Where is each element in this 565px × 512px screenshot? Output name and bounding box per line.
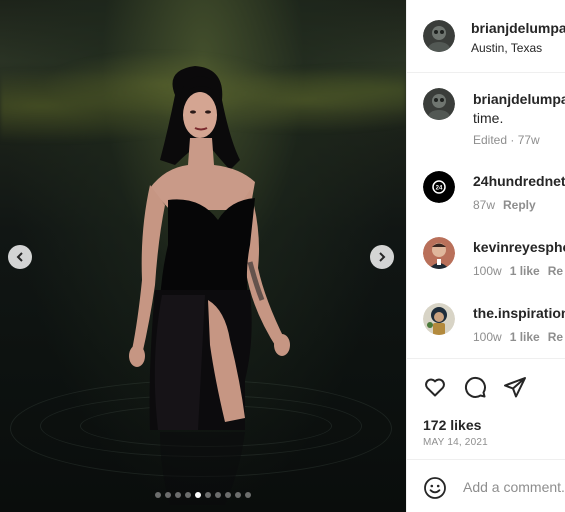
caption-text: time. — [473, 110, 504, 126]
post-header: brianjdelumpa Austin, Texas — [407, 0, 565, 73]
post-actions: 172 likes MAY 14, 2021 — [407, 358, 565, 459]
reply-button[interactable]: Reply — [503, 198, 536, 212]
carousel-dot — [225, 492, 231, 498]
add-comment-bar — [407, 459, 565, 512]
comment-avatar[interactable] — [423, 303, 455, 335]
caption-username[interactable]: brianjdelumpa — [473, 91, 565, 107]
caption-avatar[interactable] — [423, 88, 455, 120]
post-location[interactable]: Austin, Texas — [471, 41, 542, 55]
comment-time: 100w — [473, 264, 502, 278]
comment-icon[interactable] — [463, 375, 487, 399]
comment-time: 87w — [473, 198, 496, 212]
carousel-dot — [245, 492, 251, 498]
comment-meta: 100w 1 like Re — [473, 330, 563, 344]
chevron-left-icon — [16, 252, 23, 262]
comment-meta: 100w 1 like Re — [473, 264, 563, 278]
reply-button[interactable]: Re — [548, 264, 563, 278]
post-sidebar: brianjdelumpa Austin, Texas brianjdelump… — [406, 0, 565, 512]
carousel-dot — [235, 492, 241, 498]
comment-like-count[interactable]: 1 like — [510, 330, 540, 344]
post-photo[interactable] — [0, 0, 406, 512]
carousel-dot — [155, 492, 161, 498]
comment-like-count[interactable]: 1 like — [510, 264, 540, 278]
carousel-dot — [215, 492, 221, 498]
comment-avatar[interactable] — [423, 237, 455, 269]
caption-meta: Edited · 77w — [473, 133, 540, 147]
carousel-indicators — [0, 492, 406, 498]
carousel-dot — [175, 492, 181, 498]
comment-avatar[interactable]: 24 — [423, 171, 455, 203]
svg-text:24: 24 — [436, 186, 443, 192]
share-icon[interactable] — [503, 375, 527, 399]
carousel-dot — [205, 492, 211, 498]
comment-meta: 87w Reply — [473, 198, 536, 212]
carousel-prev-button[interactable] — [8, 245, 32, 269]
chevron-right-icon — [379, 252, 386, 262]
author-avatar[interactable] — [423, 20, 455, 52]
carousel-next-button[interactable] — [370, 245, 394, 269]
carousel-dot — [195, 492, 201, 498]
carousel-dot — [165, 492, 171, 498]
carousel-dot — [185, 492, 191, 498]
woman-figure — [129, 66, 290, 505]
comment-username[interactable]: kevinreyesphot — [473, 239, 565, 255]
comment-time: 100w — [473, 330, 502, 344]
likes-count[interactable]: 172 likes — [423, 417, 481, 433]
reply-button[interactable]: Re — [548, 330, 563, 344]
heart-icon[interactable] — [423, 375, 447, 399]
add-comment-input[interactable] — [463, 475, 565, 499]
post-date: MAY 14, 2021 — [423, 437, 488, 448]
comment-username[interactable]: the.inspiration — [473, 305, 565, 321]
emoji-icon[interactable] — [423, 476, 447, 500]
comment-username[interactable]: 24hundrednet — [473, 173, 565, 189]
author-username[interactable]: brianjdelumpa — [471, 20, 565, 36]
